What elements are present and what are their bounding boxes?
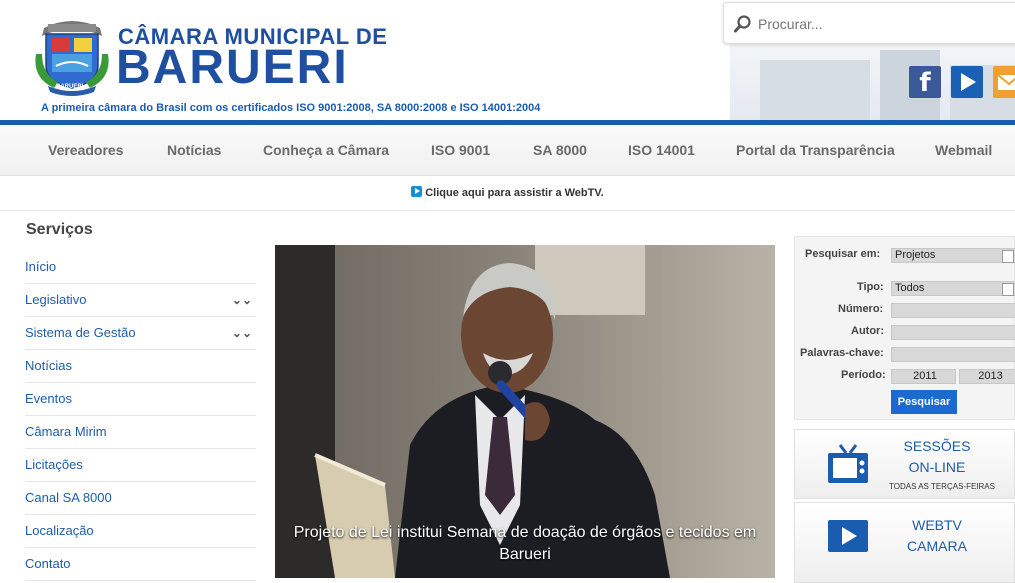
nav-item-sa-8000[interactable]: SA 8000 [533, 142, 587, 158]
search-input[interactable] [758, 14, 1008, 34]
video-play-icon[interactable] [951, 66, 983, 98]
keywords-label: Palavras-chave: [800, 347, 884, 359]
tipo-select[interactable]: Todos [891, 281, 1015, 296]
menu-item-licitacoes[interactable]: Licitações [25, 449, 256, 482]
sessoes-line2: ON-LINE [908, 459, 966, 475]
menu-item-camara-mirim[interactable]: Câmara Mirim [25, 416, 256, 449]
nav-item-webmail[interactable]: Webmail [935, 142, 992, 158]
menu-item-canal-sa-8000[interactable]: Canal SA 8000 [25, 482, 256, 515]
main-nav: Vereadores Notícias Conheça a Câmara ISO… [0, 125, 1015, 176]
tagline: A primeira câmara do Brasil com os certi… [41, 102, 541, 114]
keywords-field[interactable] [891, 347, 1015, 362]
nav-item-vereadores[interactable]: Vereadores [48, 142, 124, 158]
chevron-down-icon[interactable]: ⌄⌄ [232, 317, 252, 349]
menu-item-eventos[interactable]: Eventos [25, 383, 256, 416]
autor-label: Autor: [851, 325, 884, 337]
autor-field[interactable] [891, 325, 1015, 340]
nav-item-conheca-camara[interactable]: Conheça a Câmara [263, 142, 389, 158]
play-icon [828, 520, 868, 552]
chevron-down-icon[interactable]: ⌄⌄ [232, 284, 252, 316]
search-icon[interactable] [734, 15, 752, 33]
news-caption[interactable]: Projeto de Lei institui Semana de doação… [275, 518, 775, 570]
search-in-select[interactable]: Projetos [891, 248, 1015, 263]
search-submit-button[interactable]: Pesquisar [891, 390, 957, 414]
tipo-label: Tipo: [857, 281, 884, 293]
nav-item-portal-transparencia[interactable]: Portal da Transparência [736, 142, 895, 158]
nav-item-noticias[interactable]: Notícias [167, 142, 221, 158]
sessoes-online-banner[interactable]: SESSÕES ON-LINE TODAS AS TERÇAS-FEIRAS [794, 429, 1015, 499]
webtv-line2: CAMARA [907, 538, 967, 554]
brand-line-2[interactable]: BARUERI [116, 44, 349, 92]
search-box[interactable] [723, 2, 1015, 44]
periodo-label: Período: [841, 369, 886, 381]
nav-item-iso-14001[interactable]: ISO 14001 [628, 142, 695, 158]
services-menu: Início Legislativo ⌄⌄ Sistema de Gestão ⌄⌄… [25, 251, 256, 581]
tv-icon [828, 444, 868, 483]
nav-item-iso-9001[interactable]: ISO 9001 [431, 142, 490, 158]
menu-item-contato[interactable]: Contato [25, 548, 256, 581]
menu-item-sistema-gestao[interactable]: Sistema de Gestão ⌄⌄ [25, 317, 256, 350]
search-form: Pesquisar em: Projetos Tipo: Todos Númer… [794, 236, 1015, 420]
webtv-camara-banner[interactable]: WEBTV CAMARA [794, 502, 1015, 583]
mail-icon[interactable] [993, 66, 1015, 98]
site-header: BARUERI CÂMARA MUNICIPAL DE BARUERI A pr… [0, 0, 1015, 122]
news-slider[interactable]: Projeto de Lei institui Semana de doação… [275, 245, 775, 578]
webtv-bar: Clique aqui para assistir a WebTV. [0, 176, 1015, 211]
crest-ribbon-text: BARUERI [56, 84, 84, 90]
search-in-label: Pesquisar em: [805, 248, 881, 260]
sessoes-line1: SESSÕES [903, 438, 971, 454]
periodo-from-select[interactable]: 2011 [891, 369, 956, 384]
facebook-icon[interactable]: f [909, 66, 941, 98]
menu-item-inicio[interactable]: Início [25, 251, 256, 284]
webtv-line1: WEBTV [912, 517, 962, 533]
webtv-link[interactable]: Clique aqui para assistir a WebTV. [425, 187, 604, 199]
services-title: Serviços [26, 221, 93, 238]
sessoes-schedule: TODAS AS TERÇAS-FEIRAS [889, 482, 995, 491]
play-icon[interactable] [411, 186, 423, 197]
menu-item-noticias[interactable]: Notícias [25, 350, 256, 383]
numero-field[interactable] [891, 303, 1015, 318]
menu-item-localizacao[interactable]: Localização [25, 515, 256, 548]
periodo-to-select[interactable]: 2013 [959, 369, 1015, 384]
numero-label: Número: [838, 303, 884, 315]
menu-item-legislativo[interactable]: Legislativo ⌄⌄ [25, 284, 256, 317]
